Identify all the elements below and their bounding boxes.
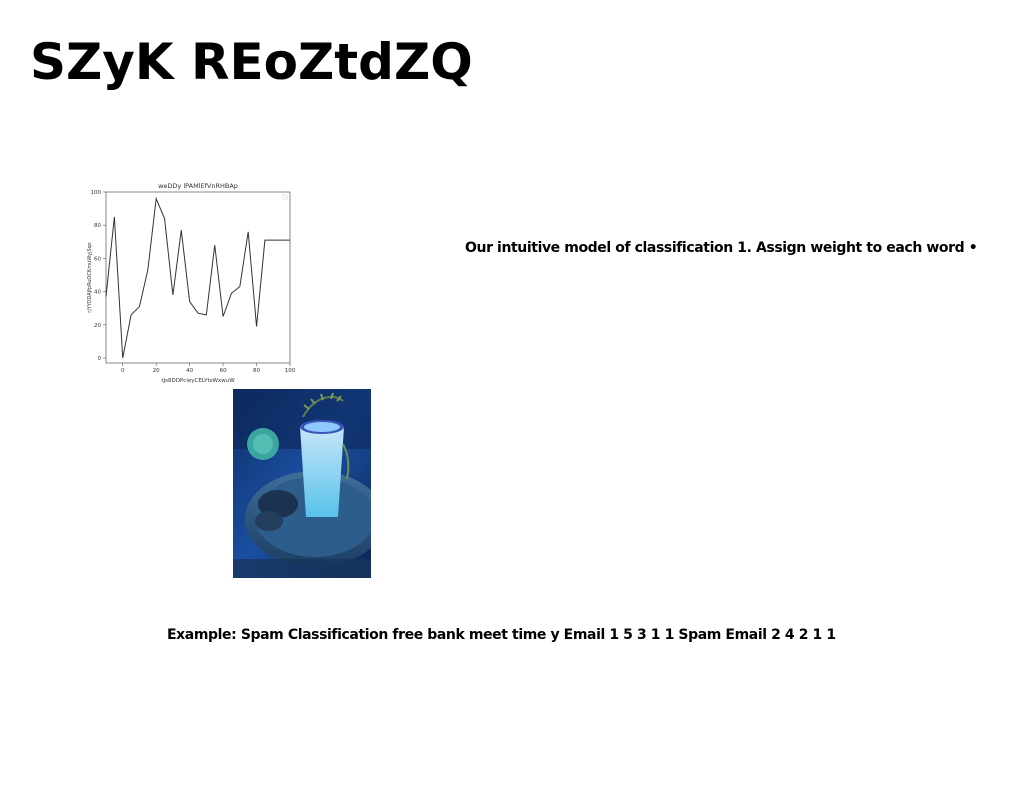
- y-tick-label: 20: [94, 323, 101, 329]
- y-tick-label: 40: [94, 290, 101, 296]
- drink-photo: [233, 389, 371, 578]
- line-chart: weDDy lPAMlEfVnRHBAp 0 20 40 60 80 100 0 20 40 60 8…: [84, 178, 296, 388]
- y-tick-label: 60: [94, 256, 101, 262]
- page-title: SZyK REoZtdZQ: [30, 33, 473, 91]
- y-tick-label: 0: [98, 356, 102, 362]
- x-tick-label: 80: [253, 368, 260, 374]
- x-axis-label: tJs8DDPcieyCELYtsWxwuW: [161, 378, 235, 384]
- intro-text: Our intuitive model of classification 1.…: [465, 240, 978, 256]
- y-tick-label: 100: [91, 190, 102, 196]
- series-line: [105, 196, 290, 359]
- plot-frame: [105, 191, 291, 364]
- x-tick-label: 40: [186, 368, 193, 374]
- legend-box: [282, 194, 288, 200]
- x-tick-label: 60: [220, 368, 227, 374]
- x-tick-label: 100: [285, 368, 296, 374]
- chart-title: weDDy lPAMlEfVnRHBAp: [158, 182, 238, 190]
- line-chart-svg: weDDy lPAMlEfVnRHBAp 0 20 40 60 80 100 0 20 40 60 8…: [87, 182, 296, 384]
- x-tick-label: 0: [121, 368, 125, 374]
- drink-photo-image: [233, 389, 371, 578]
- y-axis-label: rjYYODAJfpRuOCKmuWyjSqx: [87, 242, 93, 313]
- example-text: Example: Spam Classification free bank m…: [167, 627, 836, 643]
- x-tick-label: 20: [153, 368, 160, 374]
- y-tick-label: 80: [94, 223, 101, 229]
